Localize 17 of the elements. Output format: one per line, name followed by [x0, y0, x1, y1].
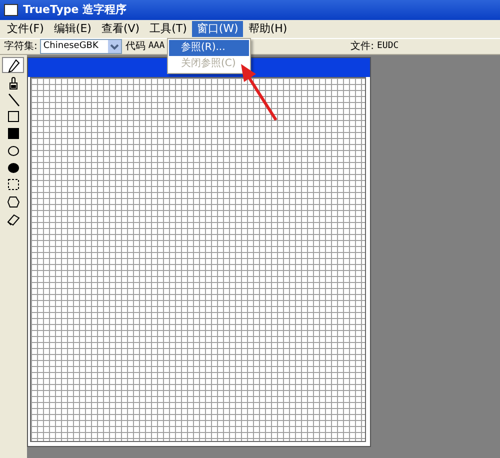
file-label: 文件: — [350, 40, 374, 54]
code-value: AAA — [148, 40, 165, 53]
menu-item[interactable]: 编辑(E) — [48, 21, 96, 37]
menu-item[interactable]: 文件(F) — [2, 21, 49, 37]
menu-item[interactable]: 窗口(W) — [192, 21, 244, 37]
menu-item[interactable]: 工具(T) — [144, 21, 192, 37]
code-label: 代码 — [125, 40, 146, 54]
charset-label: 字符集: — [4, 40, 38, 54]
menu-item[interactable]: 查看(V) — [96, 21, 145, 37]
annotation-arrow — [241, 64, 278, 121]
menu-option[interactable]: 参照(R)... — [169, 40, 249, 56]
pencil-tool-button[interactable] — [2, 57, 24, 73]
menu-item[interactable]: 帮助(H) — [243, 21, 292, 37]
file-value: EUDC — [377, 40, 399, 53]
charset-select[interactable]: ChineseGBK — [40, 39, 122, 54]
app-icon — [4, 4, 18, 16]
window-title: TrueType 造字程序 — [23, 2, 127, 18]
